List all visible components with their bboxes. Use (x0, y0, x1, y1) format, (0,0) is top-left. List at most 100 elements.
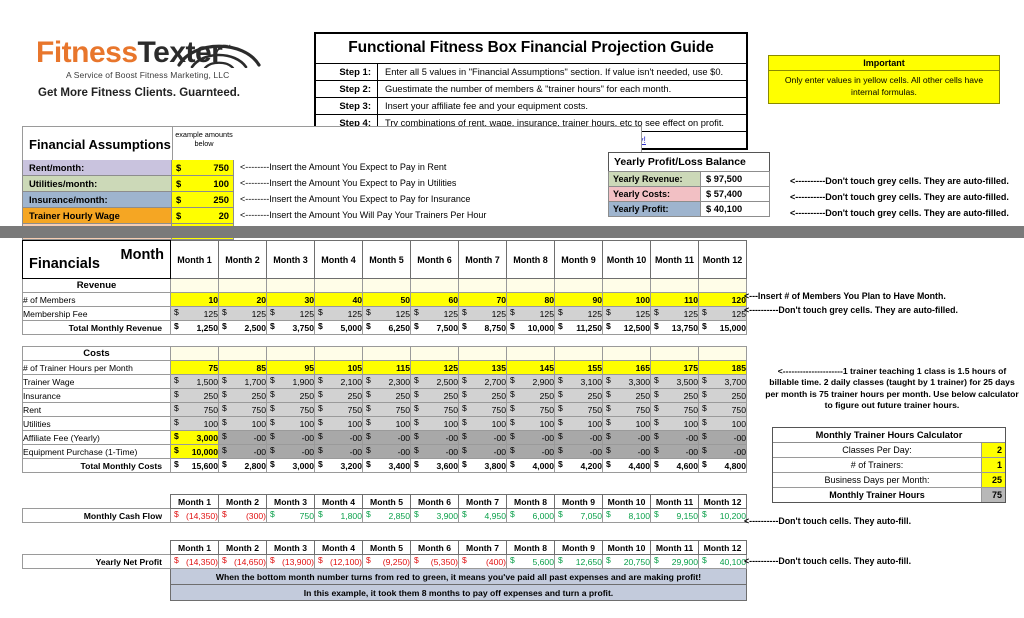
calculator-value[interactable]: 25 (981, 473, 1005, 487)
cell-value: 750 (299, 510, 314, 521)
cell-value: 12,650 (575, 556, 602, 567)
cell-value: 2,700 (484, 376, 506, 387)
data-cell[interactable]: 100 (602, 292, 651, 307)
data-cell[interactable]: 85 (218, 360, 267, 375)
month-column-header: Month 12 (698, 494, 747, 509)
currency-symbol: $ (174, 555, 179, 565)
data-cell: $3,200 (314, 458, 363, 473)
cell-value: 40 (352, 294, 362, 305)
currency-symbol: $ (702, 389, 707, 399)
cell-value: 750 (635, 404, 650, 415)
cell-value: 125 (251, 308, 266, 319)
spacer-cell (363, 335, 411, 347)
data-cell: $ (400) (458, 554, 507, 569)
data-cell[interactable]: 125 (410, 360, 459, 375)
data-cell[interactable]: 145 (506, 360, 555, 375)
assumption-input[interactable]: $20 (172, 208, 234, 224)
cell-value: 6,250 (388, 322, 410, 333)
data-cell[interactable]: 115 (362, 360, 411, 375)
row-label: Rent (22, 402, 171, 417)
currency-symbol: $ (654, 403, 659, 413)
data-cell[interactable]: 80 (506, 292, 555, 307)
cell-value: 3,500 (676, 376, 698, 387)
data-cell[interactable]: $10,000 (170, 444, 219, 459)
spacer-cell (459, 335, 507, 347)
table-row: Yearly Revenue: $ 97,500 (608, 171, 770, 187)
currency-symbol: $ (606, 375, 611, 385)
guide-step-row: Step 3: Insert your affiliate fee and yo… (316, 98, 746, 115)
table-spacer (23, 523, 747, 541)
currency-symbol: $ (462, 321, 467, 331)
data-cell[interactable]: 50 (362, 292, 411, 307)
assumption-row: Rent/month: $750 <--------Insert the Amoun… (22, 160, 642, 176)
currency-symbol: $ (462, 307, 467, 317)
cell-value: 750 (203, 404, 218, 415)
assumption-label: Trainer Hourly Wage (22, 208, 172, 224)
assumption-value: 750 (213, 162, 229, 173)
currency-symbol: $ (270, 509, 275, 519)
data-cell: $ (14,650) (218, 554, 267, 569)
data-cell: $3,700 (698, 374, 747, 389)
data-cell: $15,000 (698, 320, 747, 335)
data-cell: $ (14,350) (170, 554, 219, 569)
data-cell[interactable]: 120 (698, 292, 747, 307)
data-cell[interactable]: 185 (698, 360, 747, 375)
currency-symbol: $ (222, 509, 227, 519)
data-cell[interactable]: 175 (650, 360, 699, 375)
data-cell[interactable]: 20 (218, 292, 267, 307)
yearly-costs-label: Yearly Costs: (608, 186, 701, 202)
currency-symbol: $ (366, 389, 371, 399)
data-cell: $ (13,900) (266, 554, 315, 569)
month-column-header: Month 8 (506, 240, 555, 279)
currency-symbol: $ (702, 307, 707, 317)
data-cell[interactable]: 70 (458, 292, 507, 307)
cell-value: 100 (443, 418, 458, 429)
data-cell[interactable]: 90 (554, 292, 603, 307)
currency-symbol: $ (702, 431, 707, 441)
cell-value: 750 (731, 404, 746, 415)
data-cell[interactable]: 30 (266, 292, 315, 307)
assumption-input[interactable]: $250 (172, 192, 234, 208)
assumption-note: <--------Insert the Amount You Expect to… (240, 194, 471, 204)
data-cell[interactable]: 75 (170, 360, 219, 375)
month-column-header: Month 2 (218, 494, 267, 509)
trainer-hours-note: <---------------------1 trainer teaching… (765, 366, 1019, 411)
assumption-input[interactable]: $100 (172, 176, 234, 192)
data-cell[interactable]: 10 (170, 292, 219, 307)
cell-value: -00 (349, 446, 362, 457)
calculator-value[interactable]: 1 (981, 458, 1005, 472)
cell-value: -00 (301, 446, 314, 457)
cell-value: 10 (208, 294, 218, 305)
data-cell: $750 (266, 402, 315, 417)
spacer-cell (219, 473, 267, 495)
currency-symbol: $ (558, 431, 563, 441)
data-cell[interactable]: 165 (602, 360, 651, 375)
cell-value: 80 (544, 294, 554, 305)
data-cell[interactable]: 95 (266, 360, 315, 375)
calculator-value[interactable]: 2 (981, 443, 1005, 457)
data-cell[interactable]: 155 (554, 360, 603, 375)
section-spacer-cell (506, 278, 555, 293)
month-column-header: Month 12 (698, 240, 747, 279)
data-cell[interactable]: 110 (650, 292, 699, 307)
currency-symbol: $ (462, 555, 467, 565)
currency-symbol: $ (414, 389, 419, 399)
spacer-cell (507, 335, 555, 347)
spacer-cell (603, 335, 651, 347)
spacer-cell (267, 335, 315, 347)
cell-value: -00 (637, 446, 650, 457)
cell-value: 10,200 (719, 510, 746, 521)
calculator-label: Classes Per Day: (842, 445, 912, 455)
data-cell[interactable]: $3,000 (170, 430, 219, 445)
currency-symbol: $ (414, 431, 419, 441)
data-cell[interactable]: 60 (410, 292, 459, 307)
data-cell[interactable]: 105 (314, 360, 363, 375)
data-cell: $250 (410, 388, 459, 403)
cell-value: -00 (541, 432, 554, 443)
data-cell[interactable]: 40 (314, 292, 363, 307)
assumption-input[interactable]: $750 (172, 160, 234, 176)
data-cell[interactable]: 135 (458, 360, 507, 375)
cell-value: 100 (635, 294, 650, 305)
cell-value: 250 (731, 390, 746, 401)
spacer-cell (555, 335, 603, 347)
